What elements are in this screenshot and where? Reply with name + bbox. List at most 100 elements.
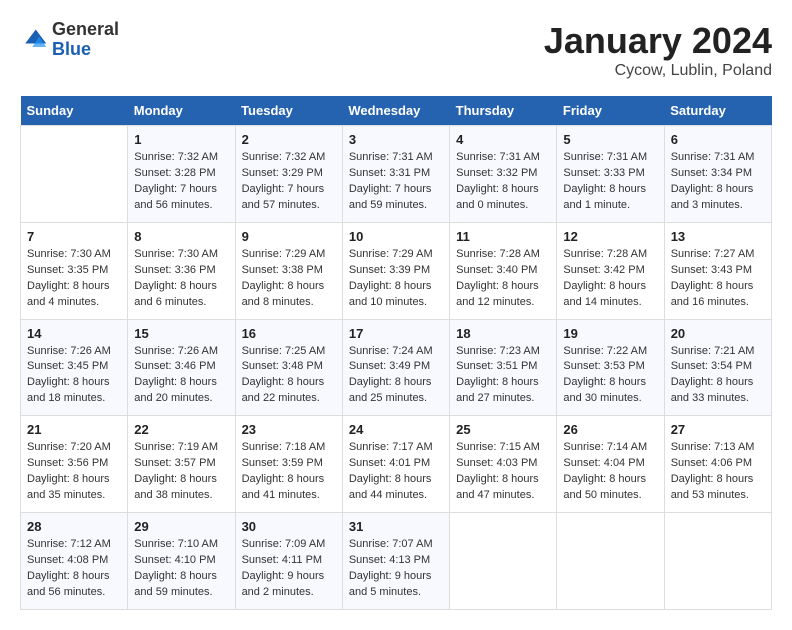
day-detail: Sunrise: 7:30 AMSunset: 3:36 PMDaylight:…	[134, 247, 228, 311]
calendar-cell: 28 Sunrise: 7:12 AMSunset: 4:08 PMDayligh…	[21, 513, 128, 610]
header-day-wednesday: Wednesday	[342, 96, 449, 126]
day-detail: Sunrise: 7:28 AMSunset: 3:42 PMDaylight:…	[563, 247, 657, 311]
day-number: 24	[349, 422, 443, 437]
calendar-cell: 8 Sunrise: 7:30 AMSunset: 3:36 PMDaylight…	[128, 222, 235, 319]
day-number: 30	[242, 519, 336, 534]
day-detail: Sunrise: 7:28 AMSunset: 3:40 PMDaylight:…	[456, 247, 550, 311]
calendar-cell	[21, 126, 128, 223]
day-detail: Sunrise: 7:14 AMSunset: 4:04 PMDaylight:…	[563, 440, 657, 504]
day-detail: Sunrise: 7:31 AMSunset: 3:32 PMDaylight:…	[456, 150, 550, 214]
calendar-cell: 13Sunrise: 7:27 AMSunset: 3:43 PMDayligh…	[664, 222, 771, 319]
day-detail: Sunrise: 7:19 AMSunset: 3:57 PMDaylight:…	[134, 440, 228, 504]
day-detail: Sunrise: 7:30 AMSunset: 3:35 PMDaylight:…	[27, 247, 121, 311]
day-detail: Sunrise: 7:18 AMSunset: 3:59 PMDaylight:…	[242, 440, 336, 504]
calendar-cell: 4 Sunrise: 7:31 AMSunset: 3:32 PMDaylight…	[450, 126, 557, 223]
header-day-monday: Monday	[128, 96, 235, 126]
calendar-cell: 17Sunrise: 7:24 AMSunset: 3:49 PMDayligh…	[342, 319, 449, 416]
calendar-cell: 25 Sunrise: 7:15 AMSunset: 4:03 PMDayligh…	[450, 416, 557, 513]
day-number: 21	[27, 422, 121, 437]
day-number: 16	[242, 326, 336, 341]
header-day-sunday: Sunday	[21, 96, 128, 126]
day-detail: Sunrise: 7:07 AMSunset: 4:13 PMDaylight:…	[349, 537, 443, 601]
day-number: 31	[349, 519, 443, 534]
header-day-saturday: Saturday	[664, 96, 771, 126]
calendar-cell: 27Sunrise: 7:13 AMSunset: 4:06 PMDayligh…	[664, 416, 771, 513]
calendar-cell: 21Sunrise: 7:20 AMSunset: 3:56 PMDayligh…	[21, 416, 128, 513]
day-number: 23	[242, 422, 336, 437]
header-row: SundayMondayTuesdayWednesdayThursdayFrid…	[21, 96, 772, 126]
week-row-1: 7 Sunrise: 7:30 AMSunset: 3:35 PMDaylight…	[21, 222, 772, 319]
day-number: 6	[671, 132, 765, 147]
day-number: 7	[27, 229, 121, 244]
day-number: 12	[563, 229, 657, 244]
calendar-cell: 15 Sunrise: 7:26 AMSunset: 3:46 PMDayligh…	[128, 319, 235, 416]
day-detail: Sunrise: 7:15 AMSunset: 4:03 PMDaylight:…	[456, 440, 550, 504]
day-detail: Sunrise: 7:26 AMSunset: 3:46 PMDaylight:…	[134, 344, 228, 408]
day-detail: Sunrise: 7:29 AMSunset: 3:39 PMDaylight:…	[349, 247, 443, 311]
day-detail: Sunrise: 7:10 AMSunset: 4:10 PMDaylight:…	[134, 537, 228, 601]
day-detail: Sunrise: 7:22 AMSunset: 3:53 PMDaylight:…	[563, 344, 657, 408]
week-row-0: 1 Sunrise: 7:32 AMSunset: 3:28 PMDaylight…	[21, 126, 772, 223]
header-day-friday: Friday	[557, 96, 664, 126]
calendar-header: SundayMondayTuesdayWednesdayThursdayFrid…	[21, 96, 772, 126]
calendar-body: 1 Sunrise: 7:32 AMSunset: 3:28 PMDaylight…	[21, 126, 772, 610]
day-detail: Sunrise: 7:25 AMSunset: 3:48 PMDaylight:…	[242, 344, 336, 408]
day-number: 19	[563, 326, 657, 341]
week-row-3: 21Sunrise: 7:20 AMSunset: 3:56 PMDayligh…	[21, 416, 772, 513]
day-number: 26	[563, 422, 657, 437]
day-number: 15	[134, 326, 228, 341]
day-detail: Sunrise: 7:29 AMSunset: 3:38 PMDaylight:…	[242, 247, 336, 311]
logo-text: General Blue	[52, 20, 119, 60]
calendar-cell	[664, 513, 771, 610]
calendar-cell	[557, 513, 664, 610]
day-detail: Sunrise: 7:21 AMSunset: 3:54 PMDaylight:…	[671, 344, 765, 408]
week-row-4: 28 Sunrise: 7:12 AMSunset: 4:08 PMDayligh…	[21, 513, 772, 610]
day-detail: Sunrise: 7:31 AMSunset: 3:33 PMDaylight:…	[563, 150, 657, 214]
calendar-cell: 5Sunrise: 7:31 AMSunset: 3:33 PMDaylight…	[557, 126, 664, 223]
day-detail: Sunrise: 7:27 AMSunset: 3:43 PMDaylight:…	[671, 247, 765, 311]
calendar-cell: 10 Sunrise: 7:29 AMSunset: 3:39 PMDayligh…	[342, 222, 449, 319]
calendar-cell: 7 Sunrise: 7:30 AMSunset: 3:35 PMDaylight…	[21, 222, 128, 319]
day-number: 22	[134, 422, 228, 437]
day-number: 11	[456, 229, 550, 244]
calendar-cell: 26 Sunrise: 7:14 AMSunset: 4:04 PMDayligh…	[557, 416, 664, 513]
calendar-cell: 23 Sunrise: 7:18 AMSunset: 3:59 PMDayligh…	[235, 416, 342, 513]
logo: General Blue	[20, 20, 119, 60]
day-detail: Sunrise: 7:32 AMSunset: 3:28 PMDaylight:…	[134, 150, 228, 214]
day-number: 3	[349, 132, 443, 147]
calendar-table: SundayMondayTuesdayWednesdayThursdayFrid…	[20, 96, 772, 610]
calendar-cell: 12 Sunrise: 7:28 AMSunset: 3:42 PMDayligh…	[557, 222, 664, 319]
day-number: 9	[242, 229, 336, 244]
day-number: 10	[349, 229, 443, 244]
calendar-cell: 29 Sunrise: 7:10 AMSunset: 4:10 PMDayligh…	[128, 513, 235, 610]
day-detail: Sunrise: 7:26 AMSunset: 3:45 PMDaylight:…	[27, 344, 121, 408]
day-number: 1	[134, 132, 228, 147]
week-row-2: 14 Sunrise: 7:26 AMSunset: 3:45 PMDayligh…	[21, 319, 772, 416]
day-detail: Sunrise: 7:23 AMSunset: 3:51 PMDaylight:…	[456, 344, 550, 408]
day-number: 29	[134, 519, 228, 534]
day-number: 18	[456, 326, 550, 341]
calendar-cell: 18 Sunrise: 7:23 AMSunset: 3:51 PMDayligh…	[450, 319, 557, 416]
location: Cycow, Lublin, Poland	[544, 62, 772, 80]
day-number: 14	[27, 326, 121, 341]
calendar-cell: 14 Sunrise: 7:26 AMSunset: 3:45 PMDayligh…	[21, 319, 128, 416]
calendar-cell: 9 Sunrise: 7:29 AMSunset: 3:38 PMDaylight…	[235, 222, 342, 319]
calendar-cell: 2Sunrise: 7:32 AMSunset: 3:29 PMDaylight…	[235, 126, 342, 223]
logo-icon	[20, 26, 48, 54]
calendar-cell: 22 Sunrise: 7:19 AMSunset: 3:57 PMDayligh…	[128, 416, 235, 513]
day-number: 28	[27, 519, 121, 534]
day-detail: Sunrise: 7:12 AMSunset: 4:08 PMDaylight:…	[27, 537, 121, 601]
header-day-thursday: Thursday	[450, 96, 557, 126]
page-header: General Blue January 2024 Cycow, Lublin,…	[20, 20, 772, 80]
calendar-cell: 20Sunrise: 7:21 AMSunset: 3:54 PMDayligh…	[664, 319, 771, 416]
day-number: 8	[134, 229, 228, 244]
day-detail: Sunrise: 7:31 AMSunset: 3:34 PMDaylight:…	[671, 150, 765, 214]
day-detail: Sunrise: 7:09 AMSunset: 4:11 PMDaylight:…	[242, 537, 336, 601]
calendar-cell	[450, 513, 557, 610]
day-detail: Sunrise: 7:13 AMSunset: 4:06 PMDaylight:…	[671, 440, 765, 504]
day-number: 25	[456, 422, 550, 437]
day-detail: Sunrise: 7:17 AMSunset: 4:01 PMDaylight:…	[349, 440, 443, 504]
calendar-cell: 19 Sunrise: 7:22 AMSunset: 3:53 PMDayligh…	[557, 319, 664, 416]
day-number: 4	[456, 132, 550, 147]
calendar-cell: 30 Sunrise: 7:09 AMSunset: 4:11 PMDayligh…	[235, 513, 342, 610]
